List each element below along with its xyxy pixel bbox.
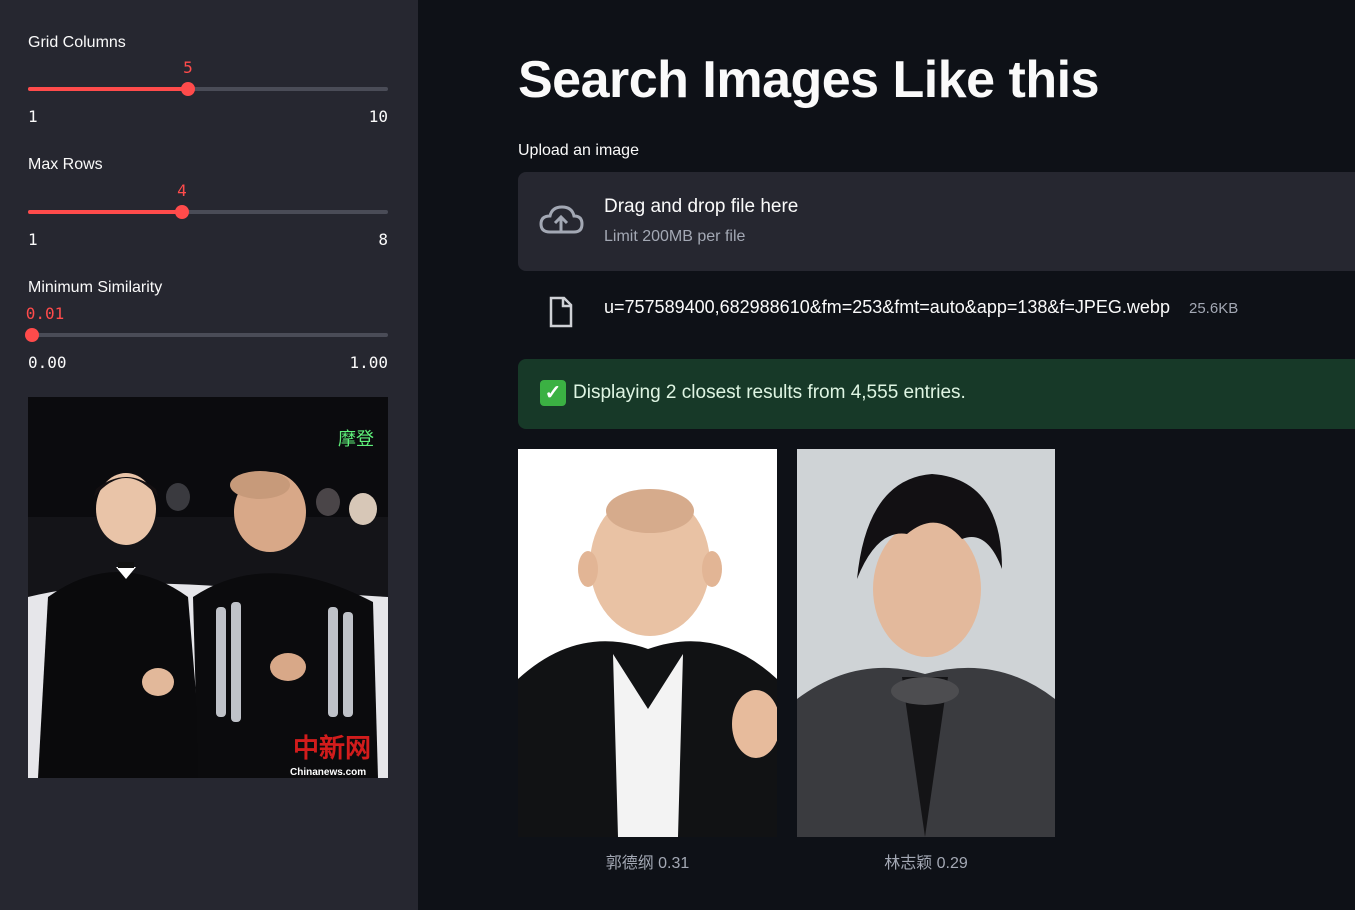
result-photo (797, 449, 1055, 837)
result-caption: 林志颖 0.29 (884, 855, 968, 872)
upload-label: Upload an image (518, 142, 639, 159)
min-similarity-value: 0.01 (25, 304, 65, 323)
max-rows-slider[interactable] (28, 205, 388, 219)
max-rows-value: 4 (177, 181, 187, 200)
max-rows-label: Max Rows (28, 156, 103, 173)
uploaded-file-row: u=757589400,682988610&fm=253&fmt=auto&ap… (518, 288, 1355, 332)
min-similarity-max: 1.00 (349, 353, 388, 372)
cloud-upload-icon (539, 205, 584, 234)
grid-columns-max: 10 (368, 107, 388, 126)
grid-columns-fill (28, 87, 188, 91)
preview-caption: Chinanews.com (290, 767, 366, 778)
sidebar: Grid Columns 5 1 10 Max Rows 4 1 8 Minim… (0, 0, 418, 910)
page-title: Search Images Like this (518, 51, 1100, 109)
max-rows-fill (28, 210, 182, 214)
result-image[interactable] (797, 449, 1055, 837)
preview-watermark: 中新网 (293, 733, 371, 764)
file-icon (549, 296, 573, 328)
min-similarity-thumb[interactable] (25, 328, 39, 342)
grid-columns-min: 1 (28, 107, 38, 126)
check-icon: ✓ (540, 380, 566, 406)
dropzone-title: Drag and drop file here (604, 196, 799, 217)
grid-columns-thumb[interactable] (181, 82, 195, 96)
result-caption: 郭德纲 0.31 (605, 855, 690, 872)
min-similarity-min: 0.00 (28, 353, 67, 372)
alert-text: Displaying 2 closest results from 4,555 … (573, 382, 966, 403)
success-alert: ✓ Displaying 2 closest results from 4,55… (518, 359, 1355, 429)
max-rows-max: 8 (378, 230, 388, 249)
uploaded-file-size: 25.6KB (1189, 300, 1239, 317)
min-similarity-slider[interactable] (25, 328, 388, 342)
uploaded-file-name: u=757589400,682988610&fm=253&fmt=auto&ap… (604, 297, 1170, 317)
preview-photo: 中新网 Chinanews.com 摩登 (28, 397, 388, 778)
max-rows-thumb[interactable] (175, 205, 189, 219)
dropzone-subtitle: Limit 200MB per file (604, 228, 746, 245)
grid-columns-value: 5 (183, 58, 193, 77)
uploaded-image-preview: 中新网 Chinanews.com 摩登 (28, 397, 388, 778)
min-similarity-label: Minimum Similarity (28, 279, 163, 296)
result-image[interactable] (518, 449, 777, 837)
grid-columns-label: Grid Columns (28, 34, 126, 51)
file-dropzone[interactable]: Drag and drop file here Limit 200MB per … (518, 172, 1355, 271)
preview-corner-text: 摩登 (338, 429, 374, 450)
grid-columns-slider[interactable] (28, 82, 388, 96)
max-rows-min: 1 (28, 230, 38, 249)
result-photo (518, 449, 777, 837)
